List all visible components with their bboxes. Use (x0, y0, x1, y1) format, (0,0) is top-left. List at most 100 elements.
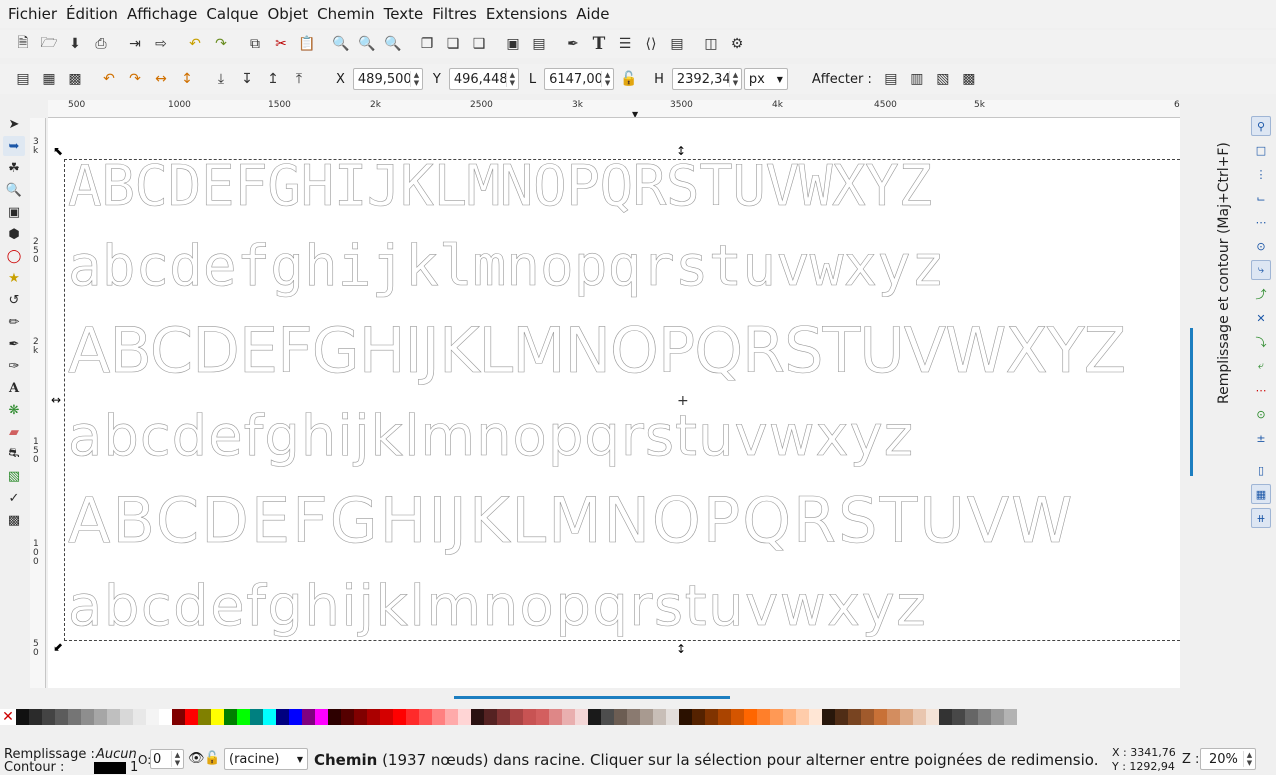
glyph-row-lowercase-light[interactable]: abcdefghijklmnopqrstuvwxyz (68, 574, 927, 640)
lower-bottom-icon[interactable]: ⤓ (210, 68, 232, 90)
dropper-tool-icon[interactable]: ✓ (3, 488, 25, 508)
snap-path-icon[interactable]: ⤴ (1251, 284, 1271, 304)
color-swatch[interactable] (991, 709, 1004, 725)
color-swatch[interactable] (978, 709, 991, 725)
snap-object-center-icon[interactable]: ⊙ (1251, 404, 1271, 424)
ellipse-tool-icon[interactable]: ◯ (3, 246, 25, 266)
x-input[interactable] (353, 69, 410, 89)
color-swatch[interactable] (497, 709, 510, 725)
color-swatch[interactable] (146, 709, 159, 725)
color-swatch[interactable] (185, 709, 198, 725)
menu-objet[interactable]: Objet (264, 5, 313, 23)
opacity-value[interactable]: 0 (151, 752, 171, 767)
color-swatch[interactable] (250, 709, 263, 725)
snap-intersection-icon[interactable]: ✕ (1251, 308, 1271, 328)
color-swatch[interactable] (94, 709, 107, 725)
color-swatch[interactable] (42, 709, 55, 725)
w-spinner-icon[interactable]: ▲ ▼ (601, 71, 613, 87)
scale-handle-top-left-icon[interactable]: ⬉ (53, 145, 63, 157)
color-swatch[interactable] (159, 709, 172, 725)
snap-grid-icon[interactable]: ▦ (1251, 484, 1271, 504)
color-swatch[interactable] (926, 709, 939, 725)
color-swatch[interactable] (432, 709, 445, 725)
zoom-drawing-icon[interactable]: 🔍 (356, 33, 378, 55)
layer-lock-icon[interactable]: 🔓 (204, 751, 220, 766)
selector-tool-icon[interactable]: ➤ (3, 114, 25, 134)
copy-icon[interactable]: ⧉ (244, 33, 266, 55)
transform-gradients-icon[interactable]: ▧ (932, 68, 954, 90)
color-swatch[interactable] (744, 709, 757, 725)
color-swatch[interactable] (627, 709, 640, 725)
snap-bbox-midpoint-icon[interactable]: ⋯ (1251, 212, 1271, 232)
opacity-spinner-icon[interactable]: ▲ ▼ (171, 751, 183, 767)
h-spinner-icon[interactable]: ▲ ▼ (728, 71, 741, 87)
menu-affichage[interactable]: Affichage (123, 5, 201, 23)
layer-visibility-icon[interactable]: 👁 (188, 751, 205, 766)
glyph-row-uppercase-light[interactable]: ABCDEFGHIJKLMNOPQRSTUVW (68, 484, 1074, 558)
color-swatch[interactable] (81, 709, 94, 725)
color-swatch[interactable] (952, 709, 965, 725)
scale-handle-left-icon[interactable]: ↔ (51, 394, 61, 406)
w-input[interactable] (545, 69, 602, 89)
color-swatch[interactable] (445, 709, 458, 725)
raise-top-icon[interactable]: ⤒ (288, 68, 310, 90)
glyph-row-uppercase-mono[interactable]: ABCDEFGHIJKLMNOPQRSTUVWXYZ (68, 154, 933, 220)
menu-aide[interactable]: Aide (572, 5, 613, 23)
color-swatch[interactable] (874, 709, 887, 725)
color-swatch[interactable] (328, 709, 341, 725)
ungroup-icon[interactable]: ▤ (528, 33, 550, 55)
snap-smooth-icon[interactable]: ⤶ (1251, 356, 1271, 376)
align-distribute-icon[interactable]: ▤ (666, 33, 688, 55)
glyph-row-uppercase-sans[interactable]: ABCDEFGHIJKLMNOPQRSTUVWXYZ (68, 314, 1127, 388)
color-swatch[interactable] (406, 709, 419, 725)
color-swatch[interactable] (965, 709, 978, 725)
3d-box-tool-icon[interactable]: ⬢ (3, 224, 25, 244)
scale-handle-bottom-left-icon[interactable]: ⬋ (53, 641, 63, 653)
deselect-icon[interactable]: ▩ (64, 68, 86, 90)
color-swatch[interactable] (133, 709, 146, 725)
color-swatch[interactable] (653, 709, 666, 725)
print-icon[interactable]: ⎙ (90, 33, 112, 55)
color-swatch[interactable] (666, 709, 679, 725)
glyph-row-lowercase-sans[interactable]: abcdefghijklmnopqrstuvwxyz (68, 404, 914, 470)
horizontal-scroll-thumb[interactable] (454, 696, 730, 699)
color-swatch[interactable] (536, 709, 549, 725)
new-document-icon[interactable]: 🗎 (12, 33, 34, 55)
menu-filtres[interactable]: Filtres (428, 5, 481, 23)
snap-page-border-icon[interactable]: ▯ (1251, 460, 1271, 480)
flip-vertical-icon[interactable]: ↕ (176, 68, 198, 90)
layer-select[interactable]: (racine) ▼ (224, 748, 308, 770)
drawing-canvas[interactable]: ABCDEFGHIJKLMNOPQRSTUVWXYZ abcdefghijklm… (48, 118, 1180, 688)
y-field[interactable]: ▲▼ (448, 68, 519, 90)
scale-corners-icon[interactable]: ▥ (906, 68, 928, 90)
snap-guide-icon[interactable]: ⧺ (1251, 508, 1271, 528)
color-swatch[interactable] (679, 709, 692, 725)
unit-select[interactable]: px ▼ (743, 68, 788, 90)
menu-extensions[interactable]: Extensions (482, 5, 571, 23)
transform-patterns-icon[interactable]: ▩ (958, 68, 980, 90)
w-field[interactable]: ▲▼ (544, 68, 615, 90)
zoom-selection-icon[interactable]: 🔍 (330, 33, 352, 55)
eraser-tool-icon[interactable]: ▰ (3, 422, 25, 442)
snap-enable-icon[interactable]: ⚲ (1251, 116, 1271, 136)
zoom-spinner-icon[interactable]: ▲ ▼ (1243, 751, 1255, 767)
color-swatch[interactable] (211, 709, 224, 725)
color-swatch[interactable] (29, 709, 42, 725)
x-spinner-icon[interactable]: ▲ ▼ (409, 71, 422, 87)
select-all-icon[interactable]: ▤ (12, 68, 34, 90)
color-swatch[interactable] (692, 709, 705, 725)
clone-icon[interactable]: ❏ (442, 33, 464, 55)
color-swatch[interactable] (172, 709, 185, 725)
lower-icon[interactable]: ↧ (236, 68, 258, 90)
color-swatch[interactable] (900, 709, 913, 725)
color-swatch[interactable] (510, 709, 523, 725)
rotation-center-icon[interactable]: + (677, 394, 689, 408)
snap-cusp-icon[interactable]: ⤵ (1251, 332, 1271, 352)
connector-tool-icon[interactable]: ▩ (3, 510, 25, 530)
h-field[interactable]: ▲▼ (671, 68, 742, 90)
rectangle-tool-icon[interactable]: ▣ (3, 202, 25, 222)
color-swatch[interactable] (393, 709, 406, 725)
snap-bbox-edge-icon[interactable]: ⋮ (1251, 164, 1271, 184)
color-swatch[interactable] (939, 709, 952, 725)
color-swatch[interactable] (913, 709, 926, 725)
